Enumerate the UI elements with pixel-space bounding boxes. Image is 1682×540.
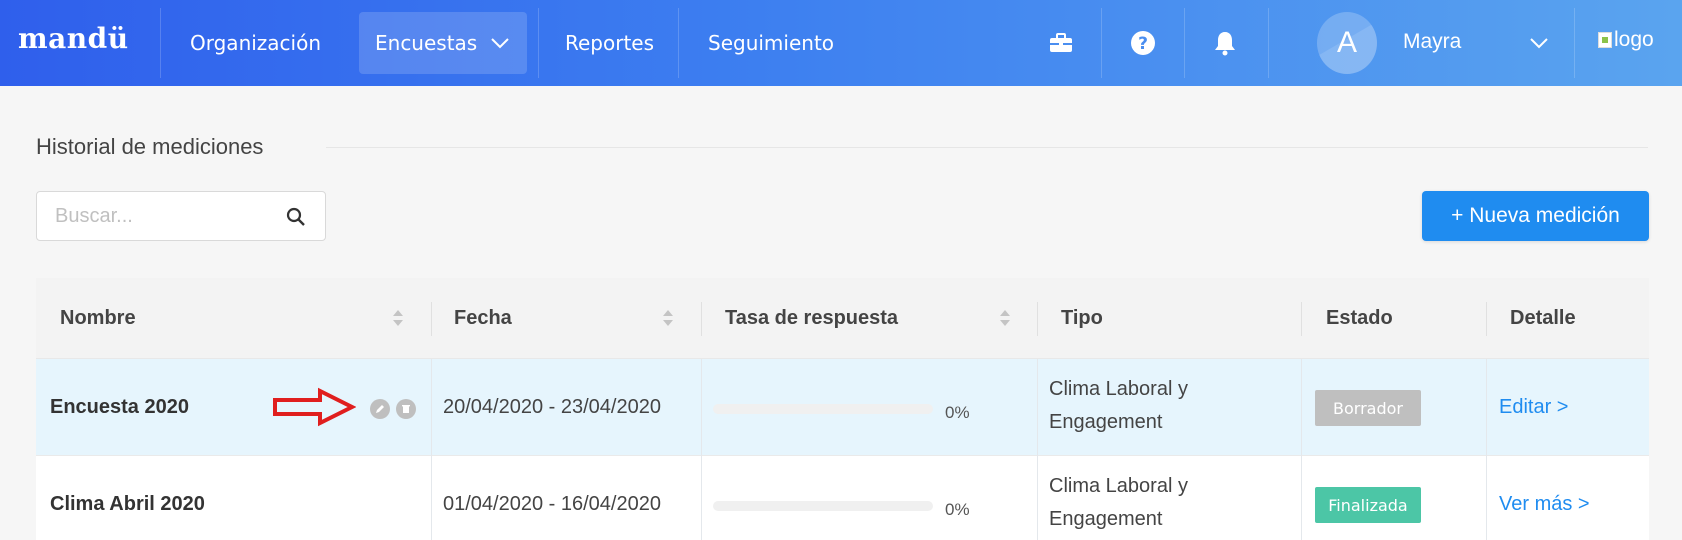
- row-tipo: Clima Laboral y Engagement: [1049, 456, 1188, 540]
- response-rate-percent: 0%: [945, 499, 970, 519]
- cell-divider: [1301, 456, 1302, 540]
- briefcase-icon[interactable]: [1048, 30, 1074, 56]
- cell-divider: [431, 456, 432, 540]
- row-tipo-line: Clima Laboral y: [1049, 475, 1188, 497]
- row-tipo-line: Clima Laboral y: [1049, 378, 1188, 400]
- brand-logo[interactable]: mandü: [18, 22, 129, 55]
- row-tipo-line: Engagement: [1049, 411, 1163, 433]
- cell-divider: [701, 456, 702, 540]
- search-box[interactable]: [36, 191, 326, 241]
- search-icon[interactable]: [285, 206, 307, 228]
- nav-item-label: Seguimiento: [708, 31, 835, 55]
- cell-divider: [1301, 359, 1302, 456]
- column-header-tipo: Tipo: [1061, 307, 1103, 329]
- row-tipo: Clima Laboral y Engagement: [1049, 359, 1188, 456]
- response-rate-bar: [713, 404, 933, 414]
- nav-divider: [1184, 8, 1185, 78]
- sort-icon[interactable]: [392, 308, 404, 328]
- cell-divider: [701, 359, 702, 456]
- new-measurement-button[interactable]: + Nueva medición: [1422, 191, 1649, 241]
- sort-icon[interactable]: [999, 308, 1011, 328]
- nav-divider: [1574, 8, 1575, 78]
- table-header: Nombre Fecha Tasa de respuesta Tipo Esta…: [36, 278, 1649, 359]
- column-divider: [701, 302, 702, 336]
- row-name: Encuesta 2020: [50, 396, 189, 418]
- nav-item-reportes[interactable]: Reportes: [565, 0, 654, 86]
- company-logo: logo: [1598, 28, 1654, 52]
- nav-divider: [1101, 8, 1102, 78]
- status-badge: Borrador: [1315, 390, 1421, 426]
- help-icon[interactable]: ?: [1130, 30, 1156, 56]
- table-row[interactable]: Clima Abril 2020 01/04/2020 - 16/04/2020…: [36, 456, 1649, 540]
- top-navbar: mandü Organización Encuestas Reportes Se…: [0, 0, 1682, 86]
- page-title: Historial de mediciones: [36, 134, 264, 159]
- annotation-arrow: [273, 387, 356, 427]
- user-name[interactable]: Mayra: [1403, 30, 1461, 54]
- edit-icon[interactable]: [370, 399, 390, 419]
- broken-image-icon: [1598, 32, 1612, 48]
- title-divider: [326, 147, 1648, 148]
- nav-divider: [538, 8, 539, 78]
- response-rate-percent: 0%: [945, 402, 970, 422]
- chevron-down-icon: [491, 38, 509, 49]
- cell-divider: [1037, 456, 1038, 540]
- sort-icon[interactable]: [662, 308, 674, 328]
- column-divider: [1486, 302, 1487, 336]
- row-detail-link[interactable]: Ver más >: [1499, 456, 1590, 540]
- response-rate-bar: [713, 501, 933, 511]
- nav-item-organizacion[interactable]: Organización: [190, 0, 321, 86]
- nav-item-seguimiento[interactable]: Seguimiento: [708, 0, 834, 86]
- logo-alt-text: logo: [1614, 28, 1654, 51]
- search-input[interactable]: [55, 204, 285, 228]
- nav-item-encuestas[interactable]: Encuestas: [359, 12, 528, 74]
- cell-divider: [1037, 359, 1038, 456]
- bell-icon[interactable]: [1212, 30, 1238, 56]
- delete-icon[interactable]: [396, 399, 416, 419]
- column-divider: [1037, 302, 1038, 336]
- row-date: 20/04/2020 - 23/04/2020: [443, 396, 661, 418]
- row-tipo-line: Engagement: [1049, 508, 1163, 530]
- avatar-letter: A: [1336, 26, 1357, 59]
- nav-divider: [678, 8, 679, 78]
- column-header-detalle: Detalle: [1510, 307, 1576, 329]
- nav-item-label: Encuestas: [375, 31, 478, 55]
- svg-text:?: ?: [1138, 34, 1148, 54]
- column-header-estado: Estado: [1326, 307, 1393, 329]
- avatar[interactable]: A: [1317, 12, 1377, 74]
- nav-item-label: Organización: [190, 31, 322, 55]
- cell-divider: [1486, 359, 1487, 456]
- column-header-nombre[interactable]: Nombre: [60, 278, 136, 359]
- column-header-tasa[interactable]: Tasa de respuesta: [725, 278, 898, 359]
- column-header-fecha[interactable]: Fecha: [454, 278, 512, 359]
- row-date: 01/04/2020 - 16/04/2020: [443, 493, 661, 515]
- chevron-down-icon[interactable]: [1528, 32, 1550, 54]
- cell-divider: [431, 359, 432, 456]
- cell-divider: [1486, 456, 1487, 540]
- nav-divider: [1268, 8, 1269, 78]
- column-divider: [431, 302, 432, 336]
- table-row[interactable]: Encuesta 2020 20/04/2020 - 23/04/2020 0%…: [36, 359, 1649, 456]
- row-name: Clima Abril 2020: [50, 493, 205, 515]
- row-detail-link[interactable]: Editar >: [1499, 359, 1568, 456]
- nav-item-label: Reportes: [565, 31, 655, 55]
- nav-divider: [160, 8, 161, 78]
- column-divider: [1301, 302, 1302, 336]
- status-badge: Finalizada: [1315, 487, 1421, 523]
- measurements-table: Nombre Fecha Tasa de respuesta Tipo Esta…: [36, 278, 1649, 540]
